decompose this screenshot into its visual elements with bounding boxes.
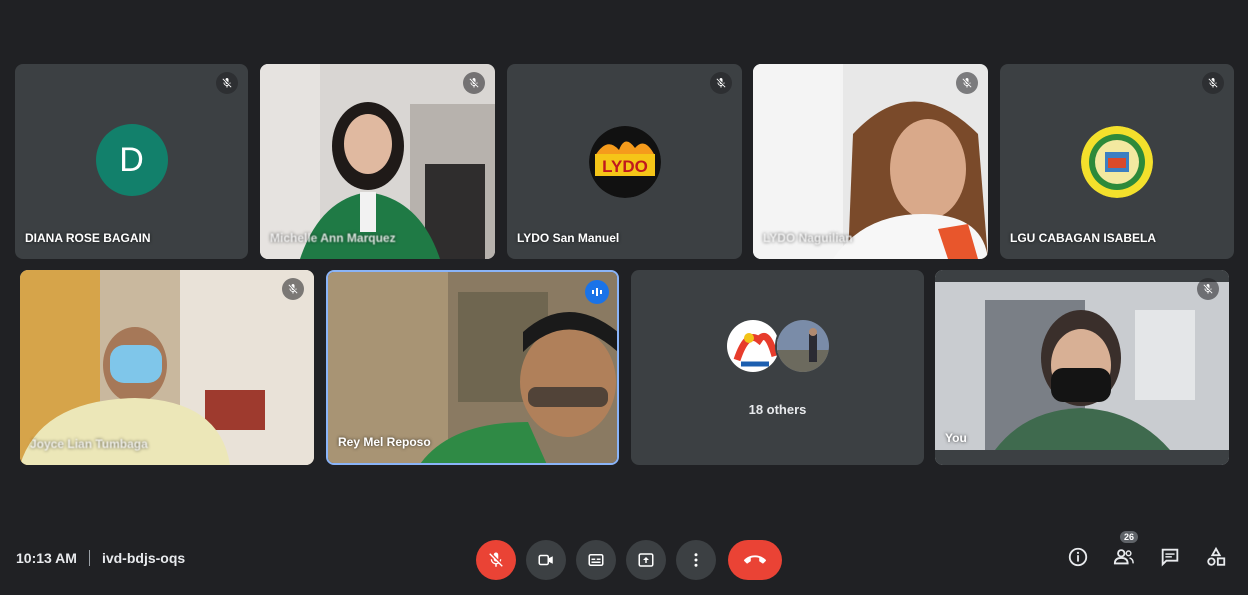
people-button[interactable]: 26 [1112, 531, 1139, 569]
more-vert-icon [694, 553, 698, 567]
participant-name: Rey Mel Reposo [338, 435, 431, 449]
captions-button[interactable] [576, 540, 616, 580]
mic-off-icon [463, 72, 485, 94]
avatar: D [95, 124, 168, 196]
mic-off-icon [956, 72, 978, 94]
participant-name: Joyce Lian Tumbaga [30, 437, 148, 451]
leave-call-button[interactable] [728, 540, 782, 580]
avatar [724, 318, 781, 374]
others-avatars [724, 318, 831, 374]
avatar [774, 318, 831, 374]
participant-tile-lydo-naguilian[interactable]: LYDO Naguilian [753, 64, 988, 259]
participant-name: LYDO San Manuel [517, 231, 620, 245]
participant-tile-rey-mel[interactable]: Rey Mel Reposo [326, 270, 619, 465]
chat-button[interactable] [1158, 545, 1182, 569]
lydo-logo: LYDO [588, 126, 661, 198]
microphone-off-button[interactable] [476, 540, 516, 580]
call-end-icon [744, 555, 766, 564]
participant-name: Michelle Ann Marquez [270, 231, 396, 245]
participant-tile-michelle[interactable]: Michelle Ann Marquez [260, 64, 495, 259]
chat-icon [1161, 548, 1179, 567]
mic-off-icon [1197, 278, 1219, 300]
meeting-details: 10:13 AM ivd-bdjs-oqs [16, 550, 185, 566]
participant-name: You [945, 431, 967, 445]
participant-name: DIANA ROSE BAGAIN [25, 231, 151, 245]
participant-video [260, 64, 495, 259]
call-controls [476, 540, 782, 580]
participant-count-badge: 26 [1120, 531, 1139, 543]
speaking-indicator-icon [585, 280, 609, 304]
participant-tile-others[interactable]: 18 others [631, 270, 924, 465]
activities-button[interactable] [1204, 545, 1228, 569]
present-button[interactable] [626, 540, 666, 580]
activities-icon [1207, 546, 1226, 566]
lgu-seal-icon [1081, 126, 1153, 198]
clock-time: 10:13 AM [16, 550, 77, 566]
mic-off-icon [216, 72, 238, 94]
participant-tile-lgu-cabagan[interactable]: LGU CABAGAN ISABELA [1000, 64, 1234, 259]
participant-tile-diana[interactable]: D DIANA ROSE BAGAIN [15, 64, 248, 259]
side-panel-controls: 26 [1066, 531, 1228, 569]
others-count-label: 18 others [748, 402, 807, 417]
more-options-button[interactable] [676, 540, 716, 580]
camera-button[interactable] [526, 540, 566, 580]
participant-tile-joyce[interactable]: Joyce Lian Tumbaga [20, 270, 314, 465]
mic-off-icon [1202, 72, 1224, 94]
captions-icon [588, 554, 604, 566]
mic-off-icon [489, 552, 503, 567]
meeting-details-button[interactable] [1066, 545, 1090, 569]
participant-video [935, 270, 1229, 465]
mic-off-icon [282, 278, 304, 300]
participant-video [753, 64, 988, 259]
participant-name: LGU CABAGAN ISABELA [1010, 231, 1156, 245]
participant-video [20, 270, 314, 465]
svg-text:LYDO: LYDO [602, 157, 648, 176]
camera-icon [538, 554, 553, 566]
info-icon [1068, 547, 1088, 567]
people-icon [1113, 549, 1134, 565]
meeting-code[interactable]: ivd-bdjs-oqs [102, 550, 185, 566]
mic-off-icon [710, 72, 732, 94]
participant-tile-lydo-san-manuel[interactable]: LYDO LYDO San Manuel [507, 64, 742, 259]
participant-name: LYDO Naguilian [763, 231, 853, 245]
participant-tile-you[interactable]: You [935, 270, 1229, 465]
divider [88, 550, 90, 566]
present-icon [638, 553, 654, 567]
